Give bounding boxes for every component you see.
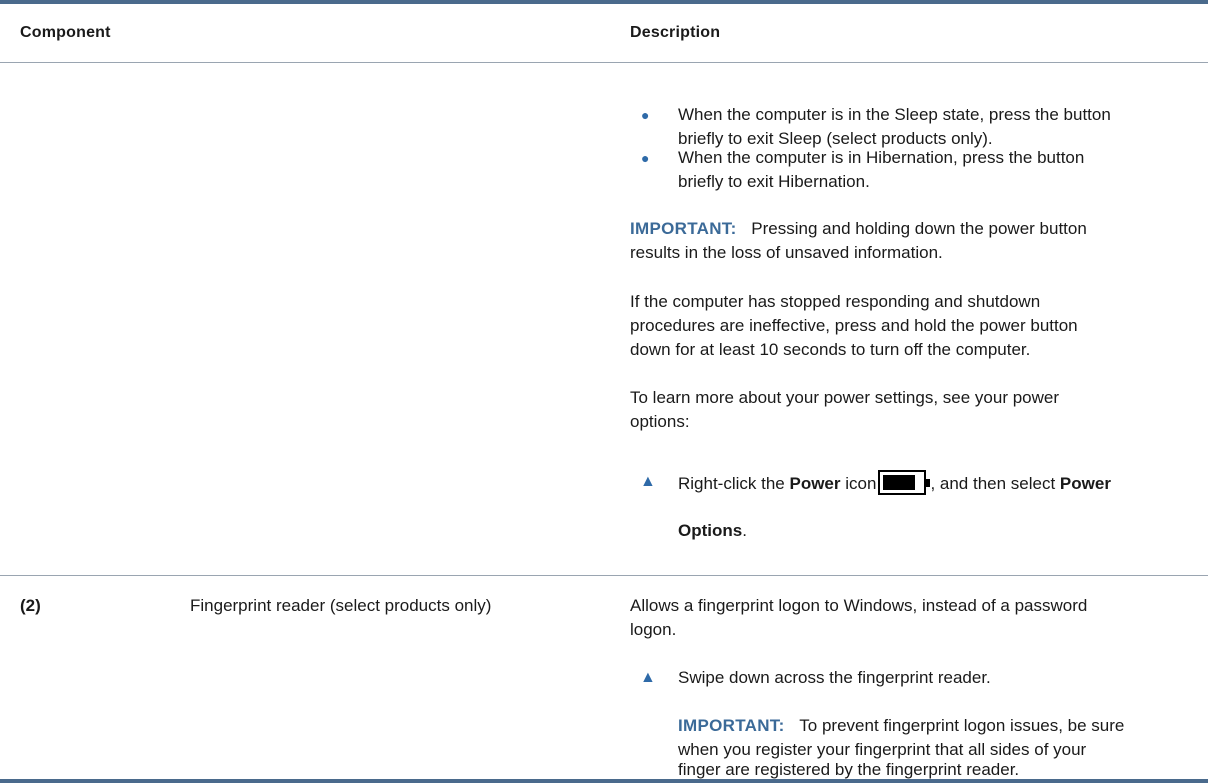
table-top-rule [0, 0, 1208, 4]
fingerprint-desc-line2: logon. [630, 620, 677, 639]
fingerprint-desc-line1: Allows a fingerprint logon to Windows, i… [630, 596, 1088, 615]
important-fp-line2: when you register your fingerprint that … [678, 740, 1087, 759]
step-bold-options: Options [678, 521, 743, 540]
bullet-icon: ● [641, 107, 650, 123]
step-bold-power: Power [1059, 474, 1111, 493]
component-name-fingerprint: Fingerprint reader (select products only… [190, 596, 492, 615]
paragraph-stopped-line1: If the computer has stopped responding a… [630, 292, 1041, 311]
important-text-line1: Pressing and holding down the power butt… [751, 219, 1087, 238]
step-triangle-icon: ▲ [640, 669, 656, 686]
component-number: (2) [20, 596, 41, 615]
step-power-options: Right-click the Power icon , and then sel… [678, 470, 1111, 496]
bullet-sleep-line1: When the computer is in the Sleep state,… [678, 105, 1111, 124]
paragraph-learn-line1: To learn more about your power settings,… [630, 388, 1060, 407]
step-triangle-icon: ▲ [640, 473, 656, 490]
step-text: icon [840, 474, 877, 493]
important-note-fingerprint: IMPORTANT: To prevent fingerprint logon … [678, 714, 1124, 738]
important-fp-line1: To prevent fingerprint logon issues, be … [799, 716, 1125, 735]
header-divider [0, 62, 1208, 63]
important-label: IMPORTANT: [678, 716, 785, 735]
bullet-hibernation-line2: briefly to exit Hibernation. [678, 172, 870, 191]
important-note-power: IMPORTANT: Pressing and holding down the… [630, 217, 1087, 241]
table-bottom-rule [0, 779, 1208, 783]
fingerprint-step: Swipe down across the fingerprint reader… [678, 668, 991, 687]
step-text: , and then select [930, 474, 1060, 493]
column-header-description: Description [630, 24, 721, 41]
step-text: Right-click the [678, 474, 790, 493]
step-text: . [742, 521, 747, 540]
paragraph-stopped-line3: down for at least 10 seconds to turn off… [630, 340, 1031, 359]
important-label: IMPORTANT: [630, 219, 737, 238]
step-power-options-line2: Options. [678, 519, 747, 543]
paragraph-learn-line2: options: [630, 412, 690, 431]
important-text-line2: results in the loss of unsaved informati… [630, 243, 943, 262]
step-bold-power: Power [789, 474, 841, 493]
important-fp-line3: finger are registered by the fingerprint… [678, 760, 1020, 779]
battery-power-icon [878, 470, 931, 495]
paragraph-stopped-line2: procedures are ineffective, press and ho… [630, 316, 1078, 335]
row-divider [0, 575, 1208, 576]
bullet-hibernation-line1: When the computer is in Hibernation, pre… [678, 148, 1085, 167]
bullet-icon: ● [641, 150, 650, 166]
column-header-component: Component [20, 24, 111, 41]
